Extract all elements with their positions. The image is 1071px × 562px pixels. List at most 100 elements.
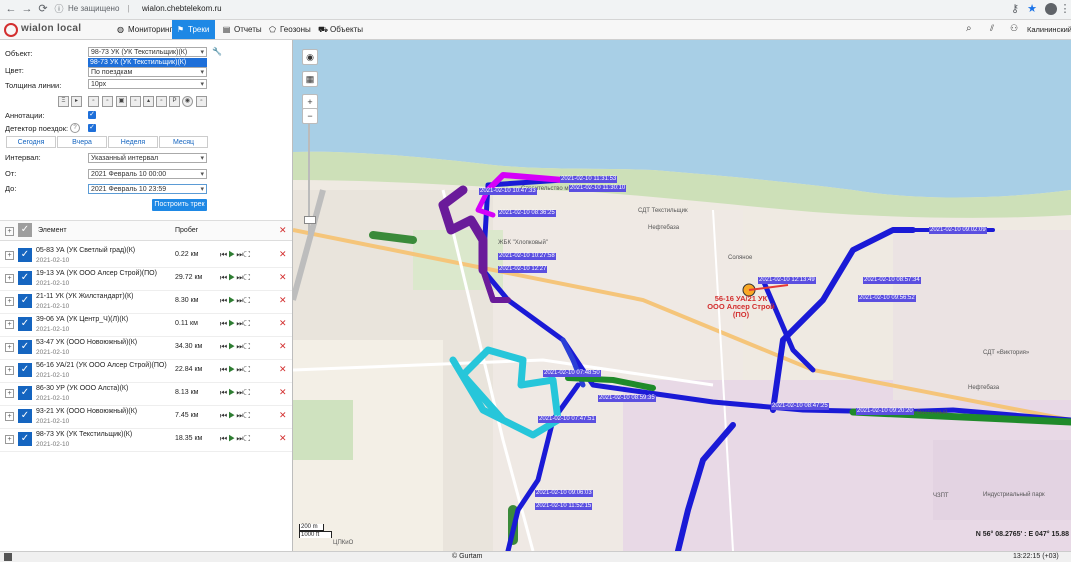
address-bar[interactable]: Не защищено | wialon.chebtelekom.ru: [68, 2, 988, 16]
track-checkbox[interactable]: ✓: [18, 340, 32, 354]
route-icon[interactable]: ⛶: [245, 296, 252, 305]
track-checkbox[interactable]: ✓: [18, 294, 32, 308]
color-select[interactable]: По поездкам: [88, 67, 207, 78]
rewind-icon[interactable]: ⏮: [220, 250, 228, 259]
rewind-icon[interactable]: ⏮: [220, 365, 228, 374]
rewind-icon[interactable]: ⏮: [220, 342, 228, 351]
build-track-button[interactable]: Построить трек: [152, 199, 207, 211]
fast-forward-icon[interactable]: ⏭: [236, 365, 244, 374]
track-label[interactable]: 2021-02-10 08:59:35: [598, 395, 656, 402]
zoom-slider-handle[interactable]: [304, 216, 316, 224]
track-label[interactable]: 2021-02-10 07:48:50: [543, 370, 601, 377]
track-row[interactable]: + ✓ 05-83 УА (УК Светлый град)(К) 2021-02-1…: [0, 245, 292, 268]
route-icon[interactable]: ⛶: [245, 388, 252, 397]
route-icon[interactable]: ⛶: [245, 250, 252, 259]
route-icon[interactable]: ⛶: [245, 434, 252, 443]
tab-units[interactable]: ⛟ Объекты: [314, 20, 367, 39]
rewind-icon[interactable]: ⏮: [220, 319, 228, 328]
track-checkbox[interactable]: ✓: [18, 248, 32, 262]
track-label[interactable]: 2021-02-10 08:57:34: [863, 277, 921, 284]
track-checkbox[interactable]: ✓: [18, 363, 32, 377]
rewind-icon[interactable]: ⏮: [220, 273, 228, 282]
month-button[interactable]: Месяц: [159, 136, 208, 148]
arrow-icon[interactable]: ▸: [71, 96, 82, 107]
wrench-icon[interactable]: 🔧: [212, 47, 222, 56]
fast-forward-icon[interactable]: ⏭: [236, 434, 244, 443]
delete-track-icon[interactable]: ✕: [279, 318, 287, 329]
expand-icon[interactable]: +: [5, 435, 14, 444]
track-label[interactable]: 2021-02-10 11:52:15: [535, 503, 593, 510]
delete-track-icon[interactable]: ✕: [279, 272, 287, 283]
track-label[interactable]: 2021-02-10 07:47:51: [538, 416, 596, 423]
search-icon[interactable]: ⌕: [966, 23, 972, 34]
expand-icon[interactable]: +: [5, 297, 14, 306]
rewind-icon[interactable]: ⏮: [220, 434, 228, 443]
delete-track-icon[interactable]: ✕: [279, 364, 287, 375]
info-icon[interactable]: ⓘ: [52, 2, 66, 16]
expand-all-icon[interactable]: +: [5, 227, 14, 236]
interval-select[interactable]: Указанный интервал: [88, 153, 207, 164]
track-label[interactable]: 2021-02-10 08:36:25: [498, 210, 556, 217]
track-row[interactable]: + ✓ 19-13 УА (УК ООО Алсер Строй)(ПО) 2021-…: [0, 268, 292, 291]
event-icon[interactable]: ▫: [130, 96, 141, 107]
tab-tracks[interactable]: ⚑ Треки: [172, 20, 215, 39]
track-label[interactable]: 2021-02-10 10:47:33: [479, 188, 537, 195]
track-label[interactable]: 2021-02-10 12:27: [498, 266, 548, 273]
track-row[interactable]: + ✓ 93-21 УК (ООО Новоюжный)(К) 2021-02-10 7…: [0, 406, 292, 429]
object-select[interactable]: 98-73 УК (УК Текстильщик)(К): [88, 47, 207, 58]
fast-forward-icon[interactable]: ⏭: [236, 296, 244, 305]
week-button[interactable]: Неделя: [108, 136, 158, 148]
fast-forward-icon[interactable]: ⏭: [236, 319, 244, 328]
track-checkbox[interactable]: ✓: [18, 409, 32, 423]
map[interactable]: Строительство микрорайона ЖБК "Хлопковый…: [293, 40, 1071, 551]
track-label[interactable]: 2021-02-10 09:06:03: [535, 490, 593, 497]
stop-icon[interactable]: ▫: [102, 96, 113, 107]
today-button[interactable]: Сегодня: [6, 136, 56, 148]
expand-icon[interactable]: +: [5, 343, 14, 352]
marker-icon[interactable]: Ξ: [58, 96, 69, 107]
track-label[interactable]: 2021-02-10 10:27:58: [498, 253, 556, 260]
fuel-icon[interactable]: ▣: [116, 96, 127, 107]
parking-icon[interactable]: ▫: [88, 96, 99, 107]
delete-track-icon[interactable]: ✕: [279, 433, 287, 444]
annotations-checkbox[interactable]: ✓: [88, 111, 96, 119]
track-row[interactable]: + ✓ 39-06 УА (УК Центр_Ч)(Л)(К) 2021-02-10 0…: [0, 314, 292, 337]
zoom-out-button[interactable]: −: [302, 108, 318, 124]
image-icon[interactable]: ▴: [143, 96, 154, 107]
track-label[interactable]: 2021-02-10 08:47:25: [771, 403, 829, 410]
track-checkbox[interactable]: ✓: [18, 317, 32, 331]
line-width-select[interactable]: 10px: [88, 79, 207, 90]
track-label[interactable]: 2021-02-10 09:56:52: [858, 295, 916, 302]
track-label[interactable]: 2021-02-10 11:31:53: [560, 176, 618, 183]
select-all-checkbox[interactable]: ✓: [18, 223, 32, 237]
expand-icon[interactable]: +: [5, 320, 14, 329]
help-icon[interactable]: ?: [70, 123, 80, 133]
tab-reports[interactable]: ▤ Отчеты: [218, 20, 266, 39]
expand-icon[interactable]: +: [5, 412, 14, 421]
route-icon[interactable]: ⛶: [245, 365, 252, 374]
rewind-icon[interactable]: ⏮: [220, 411, 228, 420]
tab-monitoring[interactable]: ◍ Мониторинг: [112, 20, 176, 39]
rewind-icon[interactable]: ⏮: [220, 388, 228, 397]
reload-icon[interactable]: ⟳: [36, 2, 50, 16]
delete-track-icon[interactable]: ✕: [279, 249, 287, 260]
unit-name-label[interactable]: 56-16 УА/21 УК ООО Алсер Строй (ПО): [705, 295, 777, 319]
delete-track-icon[interactable]: ✕: [279, 410, 287, 421]
track-row[interactable]: + ✓ 98-73 УК (УК Текстильщик)(К) 2021-02-10…: [0, 429, 292, 452]
route-icon[interactable]: ⛶: [245, 273, 252, 282]
fast-forward-icon[interactable]: ⏭: [236, 411, 244, 420]
route-icon[interactable]: ⛶: [245, 342, 252, 351]
back-icon[interactable]: ←: [4, 2, 18, 16]
delete-track-icon[interactable]: ✕: [279, 295, 287, 306]
p-icon[interactable]: P: [169, 96, 180, 107]
track-checkbox[interactable]: ✓: [18, 386, 32, 400]
trip-detector-checkbox[interactable]: ✓: [88, 124, 96, 132]
expand-icon[interactable]: +: [5, 366, 14, 375]
forward-icon[interactable]: →: [20, 2, 34, 16]
speed-icon[interactable]: ◉: [182, 96, 193, 107]
tab-geofences[interactable]: ⬠ Геозоны: [264, 20, 315, 39]
track-label[interactable]: 2021-02-10 09:20:20: [856, 408, 914, 415]
route-icon[interactable]: ⛶: [245, 319, 252, 328]
expand-icon[interactable]: +: [5, 251, 14, 260]
fast-forward-icon[interactable]: ⏭: [236, 273, 244, 282]
